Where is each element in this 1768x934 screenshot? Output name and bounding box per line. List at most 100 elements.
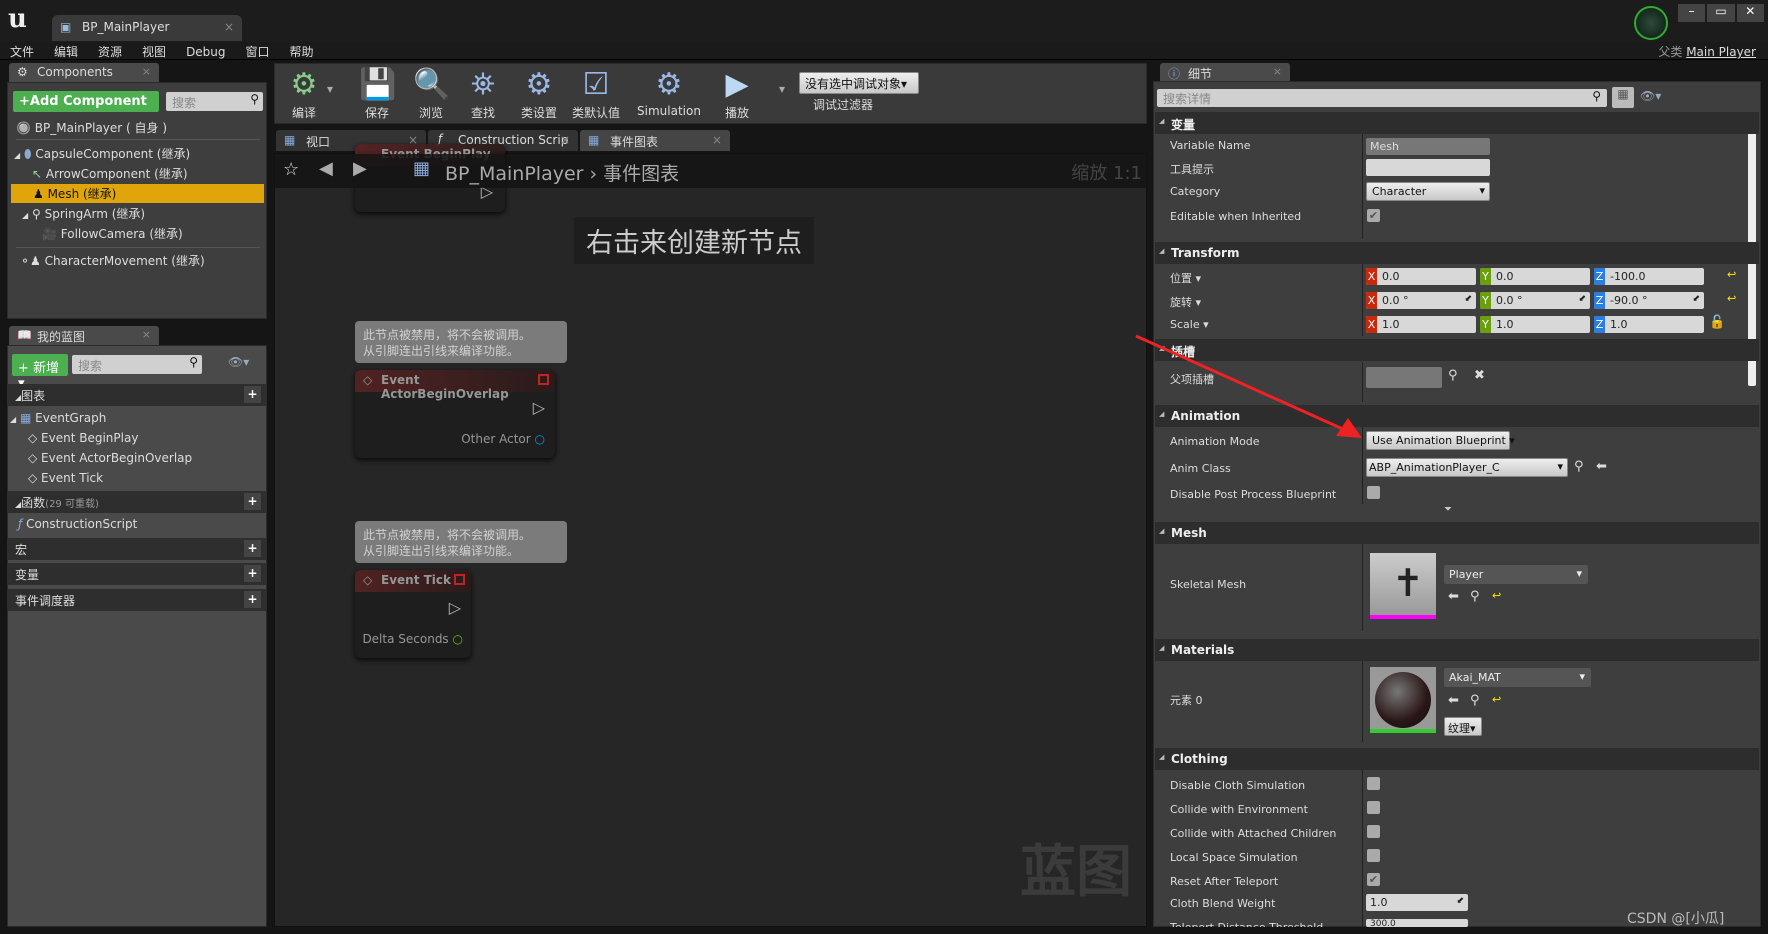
parent-class-link[interactable]: Main Player xyxy=(1686,45,1756,59)
play-options-dropdown[interactable]: ▾ xyxy=(779,82,785,96)
class-settings-button[interactable]: ⚙ 类设置 xyxy=(515,66,563,121)
editable-inherited-checkbox[interactable]: ✔ xyxy=(1367,209,1380,222)
drag-spin-icon[interactable]: ⬋ xyxy=(1464,294,1472,304)
forward-arrow-icon[interactable]: ▶ xyxy=(353,158,367,179)
exec-pin-icon[interactable]: ▷ xyxy=(449,598,461,617)
components-search-input[interactable]: 搜索 ⚲ xyxy=(166,92,263,111)
drag-spin-icon[interactable]: ⬋ xyxy=(1578,294,1586,304)
anim-class-dropdown[interactable]: ABP_AnimationPlayer_C ▾ xyxy=(1366,458,1568,477)
add-graph-button[interactable]: + xyxy=(244,386,261,403)
variable-name-field[interactable]: Mesh xyxy=(1366,138,1490,155)
scale-z-field[interactable]: Z 1.0 xyxy=(1594,316,1704,333)
details-search-input[interactable]: 搜索详情 ⚲ xyxy=(1157,89,1607,107)
close-button[interactable]: ✕ xyxy=(1736,4,1764,22)
node-comment[interactable]: 此节点被禁用，将不会被调用。 从引脚连出引线来编译功能。 xyxy=(355,321,567,363)
event-item[interactable]: ◇ Event ActorBeginOverlap xyxy=(28,451,192,465)
scale-lock-icon[interactable]: 🔓 xyxy=(1709,315,1725,330)
menu-asset[interactable]: 资源 xyxy=(88,42,132,61)
clothing-option-checkbox[interactable] xyxy=(1367,825,1380,838)
blueprint-search-input[interactable]: 搜索 ⚲ xyxy=(72,355,202,374)
menu-help[interactable]: 帮助 xyxy=(280,42,324,61)
component-springarm[interactable]: ◢ ⚲ SpringArm (继承) xyxy=(22,205,145,222)
parent-socket-field[interactable] xyxy=(1366,367,1442,388)
menu-file[interactable]: 文件 xyxy=(0,42,44,61)
construction-script-item[interactable]: ƒ ConstructionScript xyxy=(18,517,137,531)
compile-options-dropdown[interactable]: ▾ xyxy=(327,82,333,96)
variables-section-header[interactable]: 变量 + xyxy=(7,563,267,585)
graph-canvas[interactable]: Event BeginPlay ▷ ☆ ◀ ▶ ▦ BP_MainPlayer … xyxy=(274,144,1148,927)
material-thumbnail[interactable] xyxy=(1370,667,1436,733)
scale-x-field[interactable]: X 1.0 xyxy=(1366,316,1476,333)
document-tab[interactable]: ▣ BP_MainPlayer × xyxy=(52,15,242,41)
my-blueprint-tab[interactable]: 📖 我的蓝图 × xyxy=(9,326,159,345)
section-clothing[interactable]: Clothing xyxy=(1155,748,1759,770)
menu-window[interactable]: 窗口 xyxy=(236,42,280,61)
clothing-option-checkbox[interactable] xyxy=(1367,801,1380,814)
section-materials[interactable]: Materials xyxy=(1155,639,1759,661)
scale-y-field[interactable]: Y 1.0 xyxy=(1480,316,1590,333)
component-charactermovement[interactable]: ⚬♟ CharacterMovement (继承) xyxy=(20,252,205,269)
clothing-option-checkbox[interactable] xyxy=(1367,777,1380,790)
use-selected-arrow-icon[interactable]: ⬅ xyxy=(1448,589,1459,604)
teleport-threshold-field[interactable]: 300.0 xyxy=(1366,919,1468,927)
drag-spin-icon[interactable]: ⬋ xyxy=(1692,294,1700,304)
add-component-button[interactable]: +Add Component xyxy=(13,91,159,112)
node-event-actorbeginoverlap[interactable]: ◇ Event ActorBeginOverlap ▷ Other Actor ○ xyxy=(355,370,555,458)
debug-object-dropdown[interactable]: 没有选中调试对象▾ xyxy=(799,72,919,94)
rotation-y-field[interactable]: Y 0.0 ° ⬋ xyxy=(1480,292,1590,309)
expand-advanced-icon[interactable]: ⏷ xyxy=(1444,504,1452,515)
rotation-label[interactable]: 旋转 ▾ xyxy=(1170,294,1201,310)
close-tab-icon[interactable]: × xyxy=(142,65,151,78)
menu-edit[interactable]: 编辑 xyxy=(44,42,88,61)
location-x-field[interactable]: X 0.0 xyxy=(1366,268,1476,285)
back-arrow-icon[interactable]: ◀ xyxy=(319,158,333,179)
visibility-eye-icon[interactable]: 👁▾ xyxy=(1640,89,1661,103)
texture-dropdown[interactable]: 纹理▾ xyxy=(1444,717,1482,736)
component-followcamera[interactable]: 🎥 FollowCamera (继承) xyxy=(42,225,183,242)
skeletal-mesh-thumbnail[interactable]: ✝ xyxy=(1370,553,1436,619)
event-graph-item[interactable]: ◢ ▦ EventGraph xyxy=(10,411,106,425)
simulation-button[interactable]: ⚙ Simulation xyxy=(635,66,703,118)
pin-other-actor[interactable]: Other Actor ○ xyxy=(461,432,545,446)
component-self[interactable]: 🔘 BP_MainPlayer ( 自身 ) xyxy=(16,119,167,136)
clear-socket-icon[interactable]: ✖ xyxy=(1474,368,1485,383)
property-matrix-button[interactable]: ▦ xyxy=(1612,87,1634,108)
source-control-icon[interactable] xyxy=(1634,6,1668,40)
rotation-x-field[interactable]: X 0.0 ° ⬋ xyxy=(1366,292,1476,309)
skeletal-mesh-dropdown[interactable]: Player ▾ xyxy=(1444,565,1588,584)
browse-socket-icon[interactable]: ⚲ xyxy=(1448,368,1458,383)
use-selected-arrow-icon[interactable]: ⬅ xyxy=(1448,693,1459,708)
browse-asset-icon[interactable]: ⚲ xyxy=(1574,459,1584,474)
node-event-tick[interactable]: ◇ Event Tick ▷ Delta Seconds ○ xyxy=(355,570,471,658)
animation-mode-dropdown[interactable]: Use Animation Blueprint ▾ xyxy=(1366,431,1515,450)
drag-spin-icon[interactable]: ⬋ xyxy=(1456,896,1464,906)
add-function-button[interactable]: + xyxy=(244,493,261,510)
reset-rotation-icon[interactable]: ↩ xyxy=(1727,292,1736,305)
add-variable-button[interactable]: + xyxy=(244,565,261,582)
close-tab-icon[interactable]: × xyxy=(1273,65,1282,78)
event-item[interactable]: ◇ Event Tick xyxy=(28,471,103,485)
graphs-section-header[interactable]: ◢图表 + xyxy=(7,384,267,406)
favorite-star-icon[interactable]: ☆ xyxy=(283,159,299,180)
close-tab-icon[interactable]: × xyxy=(560,133,570,147)
section-mesh[interactable]: Mesh xyxy=(1155,522,1759,544)
save-button[interactable]: 💾 保存 xyxy=(355,66,399,121)
close-tab-icon[interactable]: × xyxy=(142,328,151,341)
tab-event-graph[interactable]: ▦ 事件图表 × xyxy=(580,130,730,151)
functions-section-header[interactable]: ◢函数(29 可重载) + xyxy=(7,491,267,513)
section-transform[interactable]: Transform xyxy=(1155,242,1759,264)
close-tab-icon[interactable]: × xyxy=(712,133,722,147)
maximize-button[interactable]: ▭ xyxy=(1707,4,1735,22)
browse-asset-icon[interactable]: ⚲ xyxy=(1470,589,1480,604)
use-selected-arrow-icon[interactable]: ⬅ xyxy=(1596,459,1607,474)
component-mesh-selected[interactable]: ♟ Mesh (继承) xyxy=(11,184,264,203)
node-comment[interactable]: 此节点被禁用，将不会被调用。 从引脚连出引线来编译功能。 xyxy=(355,521,567,563)
component-arrow[interactable]: ↖ ArrowComponent (继承) xyxy=(32,165,188,182)
minimize-button[interactable]: – xyxy=(1678,4,1706,22)
macros-section-header[interactable]: 宏 + xyxy=(7,538,267,560)
category-dropdown[interactable]: Character ▾ xyxy=(1366,182,1490,201)
close-tab-icon[interactable]: × xyxy=(224,20,234,34)
component-capsule[interactable]: ◢ ⬮ CapsuleComponent (继承) xyxy=(14,145,190,162)
pin-delta-seconds[interactable]: Delta Seconds ○ xyxy=(362,632,463,646)
new-button[interactable]: + 新增 ▾ xyxy=(12,354,68,391)
